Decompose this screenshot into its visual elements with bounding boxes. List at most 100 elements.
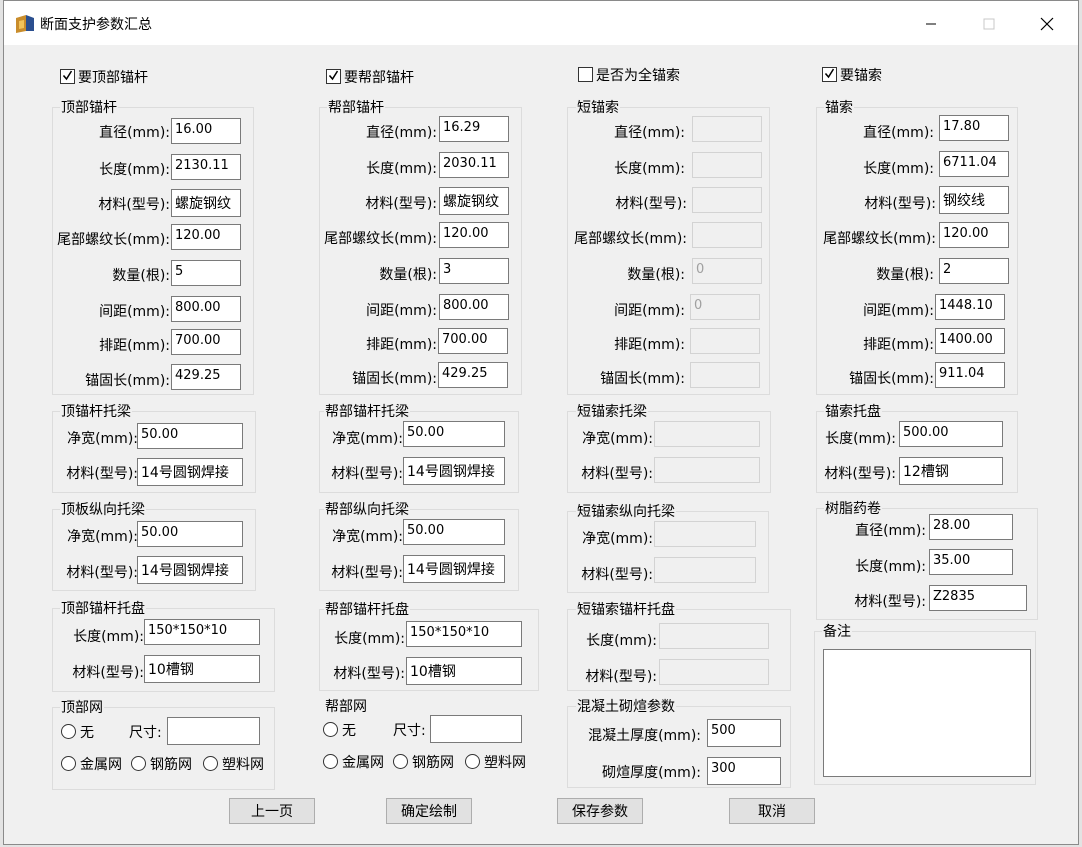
top-bolt-thread-input[interactable]: 120.00	[171, 224, 241, 250]
cable-diameter-input[interactable]: 17.80	[939, 115, 1009, 141]
side-beam-width-input[interactable]: 50.00	[403, 421, 505, 447]
side-bolt-count-input[interactable]: 3	[439, 258, 509, 284]
top-mesh-rebar-radio[interactable]	[131, 756, 146, 771]
top-mesh-metal-label: 金属网	[80, 757, 122, 773]
top-bolt-spacing-input[interactable]: 800.00	[171, 296, 241, 322]
side-mesh-plastic-radio[interactable]	[465, 754, 480, 769]
top-beam-material-input[interactable]: 14号圆钢焊接	[137, 458, 243, 486]
top-mesh-plastic-radio[interactable]	[203, 756, 218, 771]
top-mesh-metal-radio[interactable]	[61, 756, 76, 771]
check-icon	[329, 70, 338, 81]
side-mesh-metal-radio[interactable]	[323, 754, 338, 769]
short-cable-group-title: 短锚索	[576, 97, 620, 117]
top-plate-material-input[interactable]: 10槽钢	[144, 655, 260, 683]
top-bolt-anchor-length-label: 锚固长(mm):	[85, 373, 170, 389]
top-bolt-row-spacing-input[interactable]: 700.00	[171, 329, 241, 355]
maximize-button[interactable]	[966, 9, 1012, 39]
top-long-beam-group-title: 顶板纵向托梁	[60, 499, 146, 519]
short-plate-material-input[interactable]	[659, 659, 769, 685]
cable-plate-material-input[interactable]: 12槽钢	[899, 457, 1003, 485]
top-mesh-size-label: 尺寸:	[129, 725, 162, 741]
side-bolt-material-input[interactable]: 螺旋钢纹	[439, 187, 509, 215]
side-bolt-length-input[interactable]: 2030.11	[439, 152, 509, 178]
short-plate-length-input[interactable]	[659, 623, 769, 649]
masonry-thickness-input[interactable]: 300	[707, 757, 781, 785]
minimize-button[interactable]	[908, 9, 954, 39]
resin-diameter-input[interactable]: 28.00	[929, 514, 1013, 540]
top-mesh-none-radio[interactable]	[61, 724, 76, 739]
side-long-beam-material-input[interactable]: 14号圆钢焊接	[403, 555, 505, 583]
side-mesh-none-radio[interactable]	[323, 722, 338, 737]
side-long-beam-width-input[interactable]: 50.00	[403, 519, 505, 545]
top-bolt-count-label: 数量(根):	[112, 268, 170, 284]
save-params-button[interactable]: 保存参数	[557, 798, 643, 824]
top-mesh-size-input[interactable]	[167, 717, 260, 745]
short-long-beam-group-title: 短锚索纵向托梁	[576, 501, 676, 521]
cancel-button[interactable]: 取消	[729, 798, 815, 824]
top-plate-length-input[interactable]: 150*150*10	[144, 619, 260, 645]
top-bolt-checkbox[interactable]	[60, 69, 75, 84]
side-beam-material-input[interactable]: 14号圆钢焊接	[403, 457, 505, 485]
short-cable-diameter-input[interactable]	[692, 116, 762, 142]
maximize-icon	[983, 18, 995, 30]
side-bolt-checkbox[interactable]	[326, 69, 341, 84]
top-long-beam-material-input[interactable]: 14号圆钢焊接	[137, 556, 243, 584]
side-beam-width-label: 净宽(mm):	[332, 431, 403, 447]
cable-anchor-length-label: 锚固长(mm):	[849, 371, 934, 387]
top-bolt-material-label: 材料(型号):	[98, 197, 170, 213]
short-cable-count-input[interactable]: 0	[692, 258, 762, 284]
cable-length-input[interactable]: 6711.04	[939, 151, 1009, 177]
side-bolt-row-spacing-input[interactable]: 700.00	[438, 328, 508, 354]
cable-material-input[interactable]: 钢绞线	[939, 186, 1009, 214]
top-bolt-count-input[interactable]: 5	[171, 260, 241, 286]
close-button[interactable]	[1024, 9, 1070, 39]
short-beam-width-label: 净宽(mm):	[582, 431, 653, 447]
short-cable-thread-input[interactable]	[692, 222, 762, 248]
short-beam-width-input[interactable]	[654, 421, 760, 447]
top-bolt-anchor-length-input[interactable]: 429.25	[171, 364, 241, 390]
side-long-beam-material-label: 材料(型号):	[331, 565, 403, 581]
resin-material-label: 材料(型号):	[854, 594, 926, 610]
prev-page-button[interactable]: 上一页	[229, 798, 315, 824]
top-bolt-length-input[interactable]: 2130.11	[171, 154, 241, 180]
concrete-group-title: 混凝土砌煊参数	[576, 696, 676, 716]
top-bolt-material-input[interactable]: 螺旋钢纹	[171, 189, 241, 217]
remark-textarea[interactable]	[823, 649, 1031, 777]
side-bolt-thread-input[interactable]: 120.00	[439, 222, 509, 248]
short-cable-anchor-length-input[interactable]	[690, 362, 760, 388]
short-cable-row-spacing-input[interactable]	[690, 328, 760, 354]
top-long-beam-width-input[interactable]: 50.00	[137, 521, 243, 547]
side-plate-length-input[interactable]: 150*150*10	[406, 621, 522, 647]
short-cable-material-input[interactable]	[692, 187, 762, 213]
cable-spacing-input[interactable]: 1448.10	[935, 294, 1005, 320]
concrete-thickness-input[interactable]: 500	[707, 719, 781, 747]
side-mesh-rebar-radio[interactable]	[393, 754, 408, 769]
side-mesh-size-input[interactable]	[430, 715, 522, 743]
resin-material-input[interactable]: Z2835	[929, 585, 1027, 611]
confirm-draw-button[interactable]: 确定绘制	[386, 798, 472, 824]
cable-thread-input[interactable]: 120.00	[939, 222, 1009, 248]
top-beam-width-input[interactable]: 50.00	[137, 423, 243, 449]
short-cable-length-label: 长度(mm):	[614, 161, 685, 177]
short-long-beam-material-input[interactable]	[654, 557, 756, 583]
short-long-beam-width-input[interactable]	[654, 521, 756, 547]
short-cable-spacing-input[interactable]: 0	[690, 294, 760, 320]
side-mesh-plastic-label: 塑料网	[484, 755, 526, 771]
minimize-icon	[926, 23, 936, 25]
full-cable-checkbox[interactable]	[578, 67, 593, 82]
cable-checkbox[interactable]	[822, 67, 837, 82]
side-bolt-spacing-input[interactable]: 800.00	[439, 294, 509, 320]
cable-anchor-length-input[interactable]: 911.04	[935, 362, 1005, 388]
short-cable-spacing-label: 间距(mm):	[614, 303, 685, 319]
side-bolt-diameter-input[interactable]: 16.29	[439, 116, 509, 142]
short-beam-material-input[interactable]	[654, 457, 760, 483]
resin-length-input[interactable]: 35.00	[929, 549, 1013, 575]
side-plate-material-input[interactable]: 10槽钢	[406, 657, 522, 685]
top-bolt-diameter-input[interactable]: 16.00	[171, 118, 241, 144]
top-bolt-thread-label: 尾部螺纹长(mm):	[57, 232, 170, 248]
cable-plate-length-input[interactable]: 500.00	[899, 421, 1003, 447]
side-bolt-anchor-length-input[interactable]: 429.25	[438, 362, 508, 388]
cable-count-input[interactable]: 2	[939, 258, 1009, 284]
cable-row-spacing-input[interactable]: 1400.00	[935, 328, 1005, 354]
short-cable-length-input[interactable]	[692, 152, 762, 178]
